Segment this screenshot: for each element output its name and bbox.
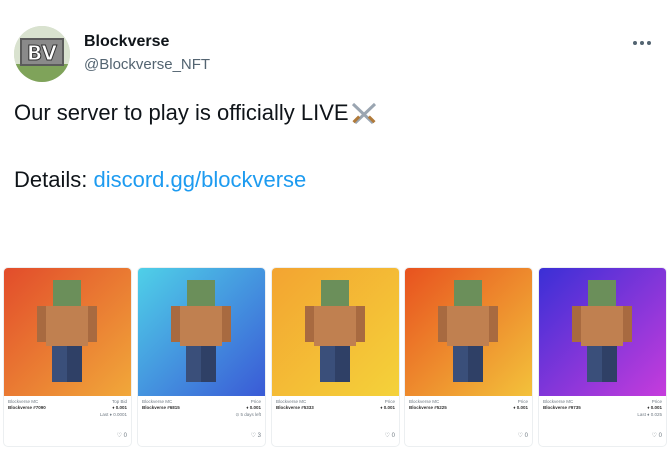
token-name[interactable]: Blockverse #7090 [8,405,46,410]
sub-info: ⊙ 5 days left [235,412,261,417]
nft-meta: Blockverse MC Blockverse #9735 Price ♦ 0… [539,396,666,446]
tweet-text-line-2: Details: discord.gg/blockverse [14,167,306,193]
collection-name[interactable]: Blockverse MC [409,399,439,404]
price: ♦ 0.001 [112,405,127,410]
price: ♦ 0.001 [647,405,662,410]
collection-name[interactable]: Blockverse MC [142,399,172,404]
discord-link[interactable]: discord.gg/blockverse [93,167,306,192]
collection-name[interactable]: Blockverse MC [8,399,38,404]
favorite-count[interactable]: ♡ 3 [251,432,261,439]
sub-info: Last ♦ 0.0001 [99,412,127,417]
nft-image[interactable] [405,268,532,396]
favorite-count[interactable]: ♡ 0 [385,432,395,439]
avatar-text: BV [27,41,57,65]
favorite-count[interactable]: ♡ 0 [652,432,662,439]
nft-card[interactable]: Blockverse MC Blockverse #6815 Price ♦ 0… [138,268,265,446]
crossed-swords-icon [349,101,379,127]
price-label: Price [384,399,395,404]
nft-image[interactable] [138,268,265,396]
price-label: Top Bid [111,399,127,404]
token-name[interactable]: Blockverse #5333 [276,405,314,410]
nft-meta: Blockverse MC Blockverse #7090 Top Bid ♦… [4,396,131,446]
nft-image[interactable] [4,268,131,396]
more-icon[interactable] [632,30,652,51]
nft-card[interactable]: Blockverse MC Blockverse #5225 Price ♦ 0… [405,268,532,446]
sub-info: Last ♦ 0.025 [637,412,662,417]
token-name[interactable]: Blockverse #5225 [409,405,447,410]
user-handle[interactable]: @Blockverse_NFT [84,56,210,73]
nft-image[interactable] [539,268,666,396]
tweet-text: Our server to play is officially LIVE [14,100,349,125]
nft-card[interactable]: Blockverse MC Blockverse #5333 Price ♦ 0… [272,268,399,446]
token-name[interactable]: Blockverse #6815 [142,405,180,410]
nft-meta: Blockverse MC Blockverse #5333 Price ♦ 0… [272,396,399,446]
price-label: Price [517,399,528,404]
nft-card[interactable]: Blockverse MC Blockverse #9735 Price ♦ 0… [539,268,666,446]
price: ♦ 0.001 [513,405,528,410]
price: ♦ 0.001 [246,405,261,410]
nft-meta: Blockverse MC Blockverse #5225 Price ♦ 0… [405,396,532,446]
favorite-count[interactable]: ♡ 0 [518,432,528,439]
display-name[interactable]: Blockverse [84,33,169,51]
avatar[interactable]: BV [14,26,70,82]
price: ♦ 0.001 [380,405,395,410]
nft-image[interactable] [272,268,399,396]
favorite-count[interactable]: ♡ 0 [117,432,127,439]
price-label: Price [250,399,261,404]
nft-meta: Blockverse MC Blockverse #6815 Price ♦ 0… [138,396,265,446]
nft-card[interactable]: Blockverse MC Blockverse #7090 Top Bid ♦… [4,268,131,446]
tweet-text-line-1: Our server to play is officially LIVE [14,100,379,127]
details-label: Details: [14,167,94,192]
collection-name[interactable]: Blockverse MC [543,399,573,404]
token-name[interactable]: Blockverse #9735 [543,405,581,410]
price-label: Price [651,399,662,404]
collection-name[interactable]: Blockverse MC [276,399,306,404]
